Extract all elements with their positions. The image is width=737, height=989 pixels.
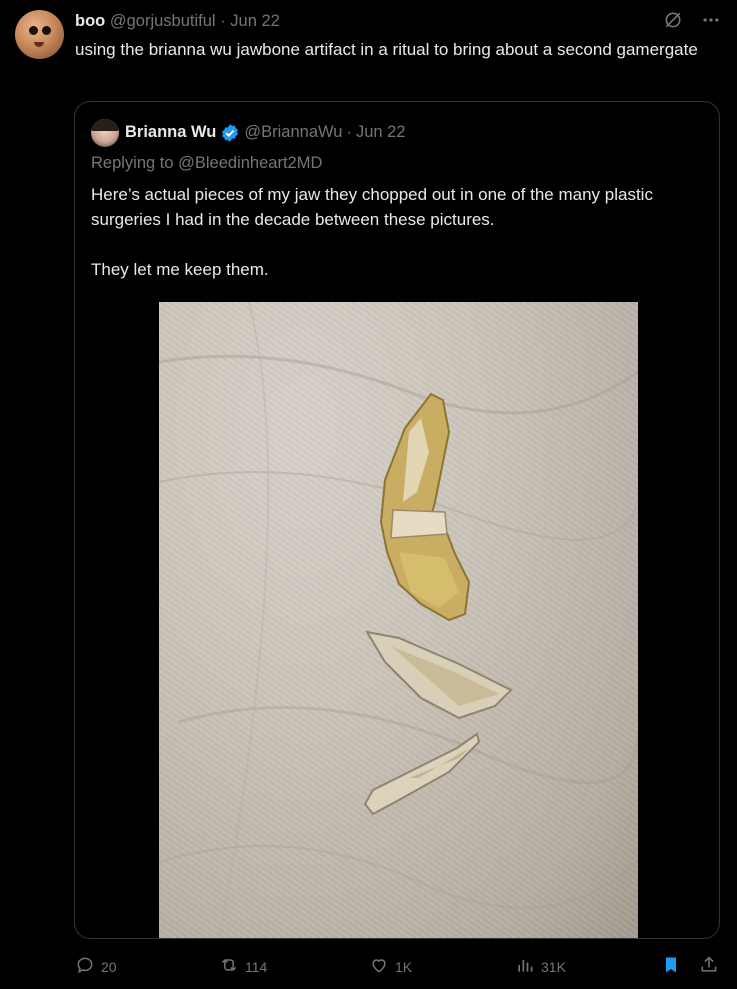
quoted-paragraph: Here’s actual pieces of my jaw they chop… [91,185,653,229]
repost-count: 114 [245,958,268,975]
tweet-top-icons [663,10,721,35]
share-button[interactable] [699,955,719,978]
reply-button[interactable]: 20 [75,955,117,978]
avatar-eye [29,26,38,35]
reply-icon [75,955,95,978]
avatar-hair [91,119,119,131]
views-count: 31K [541,958,566,975]
author-name[interactable]: boo [75,12,105,30]
tweet-date[interactable]: Jun 22 [230,12,280,30]
quoted-paragraph: They let me keep them. [91,260,269,279]
quoted-photo[interactable] [159,302,638,938]
quoted-author-name[interactable]: Brianna Wu [125,122,216,142]
author-avatar[interactable] [15,10,64,59]
date-separator: · [220,12,226,30]
reply-count: 20 [101,958,117,975]
bookmark-icon [661,955,681,978]
views-button[interactable]: 31K [515,955,566,978]
bookmark-button[interactable] [661,955,681,978]
avatar-mouth [34,42,44,47]
quoted-header: Brianna Wu @BriannaWu · Jun 22 [125,122,406,143]
tweet-text: using the brianna wu jawbone artifact in… [75,40,698,59]
tweet-header: boo @gorjusbutiful · Jun 22 [75,11,280,31]
more-icon[interactable] [701,10,721,35]
quoted-tweet[interactable]: Brianna Wu @BriannaWu · Jun 22 Replying … [74,101,720,939]
like-icon [369,955,389,978]
avatar-eye [42,26,51,35]
quoted-author-handle[interactable]: @BriannaWu [244,122,342,142]
quoted-author-avatar[interactable] [91,119,119,147]
repost-icon [219,955,239,978]
grok-icon[interactable] [663,10,683,35]
like-count: 1K [395,958,413,975]
quoted-date[interactable]: Jun 22 [356,122,406,142]
quoted-text: Here’s actual pieces of my jaw they chop… [91,182,691,307]
repost-button[interactable]: 114 [219,955,267,978]
verified-badge-icon [220,122,240,143]
share-icon [699,955,719,978]
like-button[interactable]: 1K [369,955,412,978]
replying-to[interactable]: Replying to @Bleedinheart2MD [91,154,322,173]
views-icon [515,955,535,978]
author-handle[interactable]: @gorjusbutiful [110,12,216,30]
tweet-actions: 20 114 1K 31K [75,955,723,981]
date-separator: · [346,123,352,142]
